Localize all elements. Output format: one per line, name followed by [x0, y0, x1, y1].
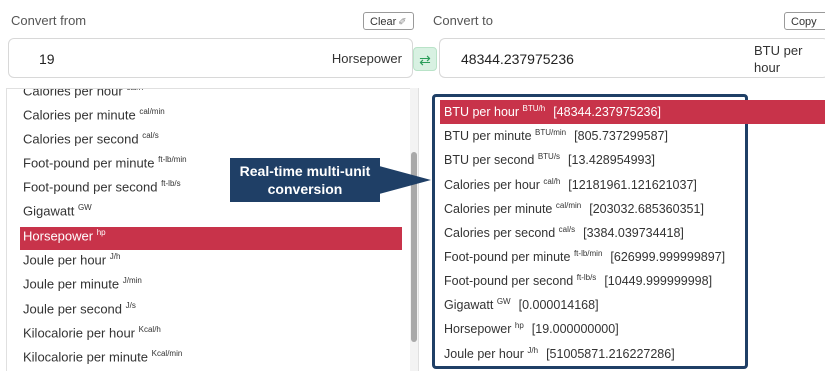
to-value-output: 48344.237975236	[461, 51, 574, 67]
result-unit-name: Joule per hour	[444, 347, 524, 362]
unit-list-item[interactable]: Joule per minute J/min	[23, 276, 142, 291]
result-value: [12181961.121621037]	[568, 178, 697, 193]
copy-button-label: Copy	[791, 16, 817, 28]
result-unit-name: Calories per second	[444, 226, 556, 241]
unit-name: Foot-pound per second	[23, 179, 158, 195]
unit-symbol: hp	[96, 228, 106, 237]
unit-name: Gigawatt	[23, 203, 75, 219]
result-row[interactable]: Calories per hour cal/h [12181961.1216210…	[444, 177, 697, 192]
result-unit-symbol: ft-lb/s	[576, 273, 597, 282]
result-unit-name: Foot-pound per second	[444, 274, 574, 289]
unit-symbol: Kcal/min	[151, 349, 183, 358]
unit-list-item[interactable]: Calories per hour cal/h	[23, 88, 143, 99]
unit-list-item[interactable]: Kilocalorie per hour Kcal/h	[23, 325, 161, 340]
from-field[interactable]: 19 Horsepower	[8, 38, 413, 78]
from-unit-list[interactable]: Calories per hour cal/h Calories per minu…	[6, 88, 419, 371]
result-value: [0.000014168]	[518, 298, 599, 313]
unit-symbol: ft-lb/min	[158, 155, 187, 164]
result-unit-name: BTU per second	[444, 153, 535, 168]
unit-symbol: ft-lb/s	[161, 179, 181, 188]
result-row[interactable]: Gigawatt GW [0.000014168]	[444, 297, 599, 312]
clear-button[interactable]: Clear ✐	[363, 12, 414, 30]
from-unit-label: Horsepower	[331, 51, 402, 66]
unit-symbol: J/s	[125, 301, 136, 310]
unit-name: Calories per hour	[23, 88, 123, 99]
unit-symbol: cal/s	[142, 131, 159, 140]
to-unit-label: BTU per hour	[754, 43, 803, 75]
result-row[interactable]: BTU per minute BTU/min [805.737299587]	[444, 128, 668, 143]
unit-list-item[interactable]: Horsepower hp	[23, 228, 106, 243]
result-unit-name: Calories per hour	[444, 178, 540, 193]
result-unit-symbol: GW	[496, 297, 511, 306]
result-unit-name: BTU per hour	[444, 105, 520, 120]
unit-list-item[interactable]: Kilocalorie per minute Kcal/min	[23, 349, 182, 364]
result-row[interactable]: Foot-pound per minute ft-lb/min [626999.9…	[444, 249, 725, 264]
unit-list-item[interactable]: Foot-pound per minute ft-lb/min	[23, 155, 187, 170]
result-value: [13.428954993]	[568, 153, 655, 168]
result-row[interactable]: Calories per second cal/s [3384.039734418…	[444, 225, 684, 240]
unit-symbol: J/h	[109, 252, 121, 261]
result-value: [10449.999999998]	[604, 274, 713, 289]
unit-symbol: Kcal/h	[138, 325, 161, 334]
unit-list-item[interactable]: Foot-pound per second ft-lb/s	[23, 179, 181, 194]
result-unit-symbol: ft-lb/min	[573, 249, 603, 258]
result-row[interactable]: BTU per second BTU/s [13.428954993]	[444, 152, 655, 167]
result-unit-symbol: cal/min	[555, 201, 582, 210]
result-value: [3384.039734418]	[583, 226, 684, 241]
clear-button-label: Clear	[370, 16, 397, 28]
result-unit-symbol: BTU/s	[537, 152, 561, 161]
result-unit-symbol: cal/s	[558, 225, 576, 234]
unit-list-item[interactable]: Calories per second cal/s	[23, 131, 159, 146]
callout-box: Real-time multi-unit conversion	[230, 158, 380, 202]
result-unit-name: Gigawatt	[444, 298, 494, 313]
unit-list-item[interactable]: Joule per second J/s	[23, 301, 136, 316]
unit-list-item[interactable]: Joule per hour J/h	[23, 252, 120, 267]
to-field[interactable]: 48344.237975236 BTU per hour	[439, 38, 825, 78]
result-unit-symbol: BTU/min	[535, 128, 567, 137]
result-value: [626999.999999897]	[610, 250, 726, 265]
result-value: [805.737299587]	[574, 129, 668, 144]
unit-name: Joule per second	[23, 301, 123, 317]
unit-symbol: GW	[77, 203, 92, 212]
swap-arrows-icon[interactable]: ⇄	[413, 47, 437, 71]
unit-list-item[interactable]: Calories per minute cal/min	[23, 107, 165, 122]
unit-list-item[interactable]: Gigawatt GW	[23, 203, 92, 218]
unit-symbol: cal/min	[139, 107, 165, 116]
result-unit-symbol: cal/h	[543, 177, 561, 186]
copy-button[interactable]: Copy	[784, 12, 825, 30]
unit-name: Calories per minute	[23, 107, 136, 123]
result-unit-name: Foot-pound per minute	[444, 250, 571, 265]
result-value: [19.000000000]	[531, 322, 619, 337]
unit-name: Joule per hour	[23, 252, 107, 268]
result-unit-symbol: J/h	[527, 346, 539, 355]
result-row[interactable]: Joule per hour J/h [51005871.216227286]	[444, 346, 675, 361]
unit-name: Horsepower	[23, 228, 94, 244]
unit-name: Kilocalorie per minute	[23, 349, 149, 365]
broom-icon: ✐	[398, 17, 407, 28]
result-value: [48344.237975236]	[553, 105, 661, 120]
result-unit-name: BTU per minute	[444, 129, 532, 144]
callout-arrow	[379, 166, 431, 194]
unit-name: Calories per second	[23, 131, 139, 147]
result-unit-name: Calories per minute	[444, 202, 553, 217]
unit-name: Kilocalorie per hour	[23, 325, 136, 341]
convert-to-label: Convert to	[433, 13, 493, 28]
result-unit-symbol: BTU/h	[522, 104, 546, 113]
result-unit-symbol: hp	[514, 321, 524, 330]
result-row[interactable]: Foot-pound per second ft-lb/s [10449.9999…	[444, 273, 712, 288]
unit-name: Foot-pound per minute	[23, 155, 155, 171]
from-value-input[interactable]: 19	[39, 51, 55, 67]
result-unit-name: Horsepower	[444, 322, 512, 337]
unit-symbol: cal/h	[126, 89, 143, 92]
unit-name: Joule per minute	[23, 276, 120, 292]
result-value: [203032.685360351]	[589, 202, 704, 217]
result-row[interactable]: BTU per hour BTU/h [48344.237975236]	[444, 104, 661, 119]
result-row[interactable]: Calories per minute cal/min [203032.68536…	[444, 201, 704, 216]
result-row[interactable]: Horsepower hp [19.000000000]	[444, 321, 619, 336]
unit-symbol: J/min	[122, 276, 142, 285]
convert-from-label: Convert from	[11, 13, 87, 28]
result-value: [51005871.216227286]	[546, 347, 675, 362]
